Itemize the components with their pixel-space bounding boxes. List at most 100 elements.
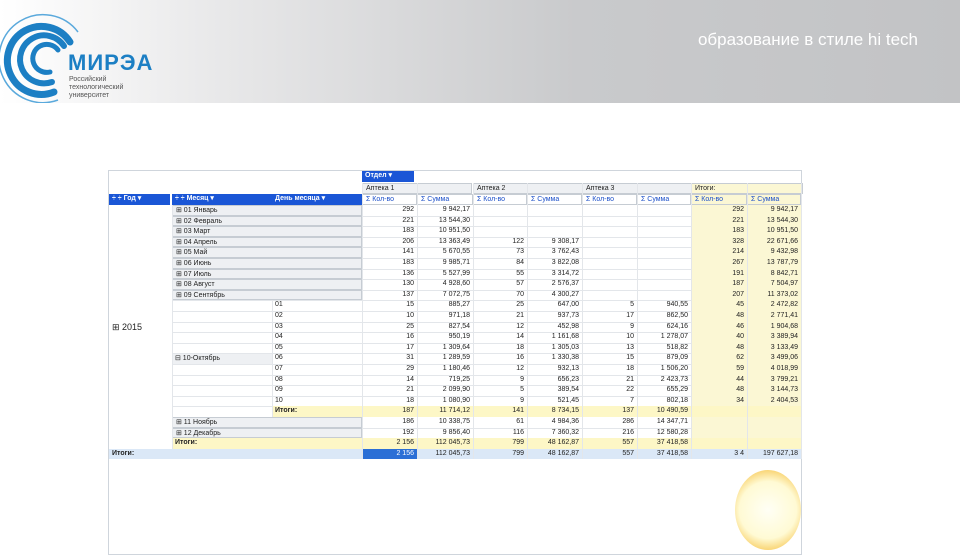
table-cell: 214: [691, 247, 747, 258]
table-cell: [637, 205, 691, 216]
table-cell: 13 544,30: [438, 216, 470, 224]
table-cell: 206: [402, 237, 414, 245]
table-cell: 292: [691, 205, 747, 216]
table-cell: 521,45: [557, 396, 579, 404]
table-cell: 719,25: [448, 375, 470, 383]
table-cell: 557: [582, 448, 637, 460]
month-row-label[interactable]: ⊞ 06 Июнь: [172, 258, 362, 269]
table-cell: [691, 438, 747, 449]
table-cell: 5: [520, 386, 524, 394]
table-cell: 10 951,50: [747, 226, 801, 237]
table-cell: 13: [626, 343, 634, 351]
table-cell: 17: [406, 343, 414, 351]
table-cell: 802,18: [666, 396, 688, 404]
table-cell: 48: [691, 311, 747, 322]
table-cell: 2 404,53: [747, 395, 801, 407]
row-field-day[interactable]: День месяца ▾: [272, 194, 362, 205]
table-cell: 186: [402, 418, 414, 425]
month-row-label[interactable]: ⊞ 02 Февраль: [172, 215, 362, 227]
table-cell: 13 787,79: [747, 258, 801, 269]
logo-subtitle-line: университет: [69, 92, 110, 99]
table-cell: 971,18: [448, 312, 470, 319]
table-cell: 221: [402, 216, 414, 224]
grid-line: [527, 183, 528, 460]
year-row-label[interactable]: ⊞ 2015: [109, 322, 170, 333]
table-cell: 37 418,58: [637, 438, 691, 449]
table-cell: 14 347,71: [656, 418, 688, 425]
month-row-label[interactable]: ⊞ 12 Декабрь: [172, 427, 362, 439]
table-cell: 18: [516, 343, 524, 351]
table-cell: 7 504,97: [747, 279, 801, 290]
table-cell: [747, 427, 801, 439]
row-field-month[interactable]: ÷ ÷ Месяц ▾: [172, 194, 272, 205]
measure-qty-header[interactable]: Σ Кол-во: [691, 194, 747, 205]
grid-line: [417, 183, 418, 460]
table-cell: 10 951,50: [438, 227, 470, 235]
table-cell: 1 289,59: [442, 354, 470, 362]
table-cell: 84: [516, 259, 524, 266]
table-cell: 130: [402, 280, 414, 288]
table-cell: 2 099,90: [442, 386, 470, 394]
table-cell: 10: [626, 333, 634, 341]
table-cell: 116: [512, 428, 524, 436]
table-cell: 9: [520, 375, 524, 383]
table-cell: 799: [473, 448, 527, 460]
header-banner: МИРЭА Российский технологический универс…: [0, 0, 960, 104]
day-row-label: 08: [275, 375, 283, 383]
table-cell: 141: [402, 248, 414, 256]
table-cell: 22 671,66: [747, 236, 801, 248]
table-cell: 3 822,08: [551, 259, 579, 266]
month-row-label[interactable]: ⊞ 08 Август: [172, 279, 362, 290]
table-cell: 1 330,38: [551, 354, 579, 362]
table-cell: 328: [691, 236, 747, 248]
mirea-logo: МИРЭА Российский технологический универс…: [0, 0, 170, 104]
measure-qty-header[interactable]: Σ Кол-во: [362, 194, 417, 205]
table-cell: 136: [402, 269, 414, 277]
table-cell: 59: [691, 364, 747, 375]
table-cell: 18: [406, 396, 414, 404]
table-cell: 3 4: [691, 448, 747, 460]
table-cell: 799: [473, 438, 527, 449]
selected-cell[interactable]: 2 156: [362, 448, 417, 460]
table-cell: 452,98: [557, 322, 579, 330]
table-cell: [582, 279, 637, 290]
table-cell: 4 984,36: [551, 418, 579, 425]
month-row-label[interactable]: ⊞ 01 Январь: [172, 205, 362, 216]
october-row-label[interactable]: ⊟ 10-Октябрь: [172, 353, 272, 365]
measure-sum-header[interactable]: Σ Сумма: [527, 194, 582, 205]
table-cell: 932,13: [557, 365, 579, 372]
measure-sum-header[interactable]: Σ Сумма: [637, 194, 691, 205]
month-row-label[interactable]: ⊞ 04 Апрель: [172, 236, 362, 248]
table-cell: 655,29: [666, 386, 688, 394]
measure-sum-header[interactable]: Σ Сумма: [417, 194, 473, 205]
table-cell: 57: [516, 280, 524, 288]
measure-qty-header[interactable]: Σ Кол-во: [473, 194, 527, 205]
filter-department-button[interactable]: Отдел ▾: [362, 171, 414, 182]
table-cell: 9 942,17: [442, 206, 470, 213]
measure-sum-header[interactable]: Σ Сумма: [747, 194, 801, 205]
table-cell: 141: [473, 406, 527, 417]
table-cell: 937,73: [557, 312, 579, 319]
table-cell: 557: [582, 438, 637, 449]
table-cell: [582, 290, 637, 301]
table-cell: 10: [406, 312, 414, 319]
table-cell: [691, 406, 747, 417]
table-cell: 137: [582, 406, 637, 417]
table-cell: 17: [626, 312, 634, 319]
table-cell: [473, 216, 527, 227]
month-row-label[interactable]: ⊞ 09 Сентябрь: [172, 289, 362, 301]
measure-qty-header[interactable]: Σ Кол-во: [582, 194, 637, 205]
row-field-year[interactable]: ÷ ÷ Год ▾: [109, 194, 170, 205]
table-cell: 286: [622, 418, 634, 425]
table-cell: 187: [691, 279, 747, 290]
month-row-label[interactable]: ⊞ 07 Июль: [172, 268, 362, 280]
grid-line: [691, 183, 692, 460]
day-row-label: 07: [275, 365, 283, 372]
table-cell: 3 144,73: [747, 385, 801, 396]
month-row-label[interactable]: ⊞ 05 Май: [172, 247, 362, 258]
month-row-label[interactable]: ⊞ 11 Ноябрь: [172, 417, 362, 428]
table-cell: 191: [691, 268, 747, 280]
table-cell: 1 309,64: [442, 343, 470, 351]
table-cell: 16: [406, 333, 414, 341]
month-row-label[interactable]: ⊞ 03 Март: [172, 226, 362, 237]
